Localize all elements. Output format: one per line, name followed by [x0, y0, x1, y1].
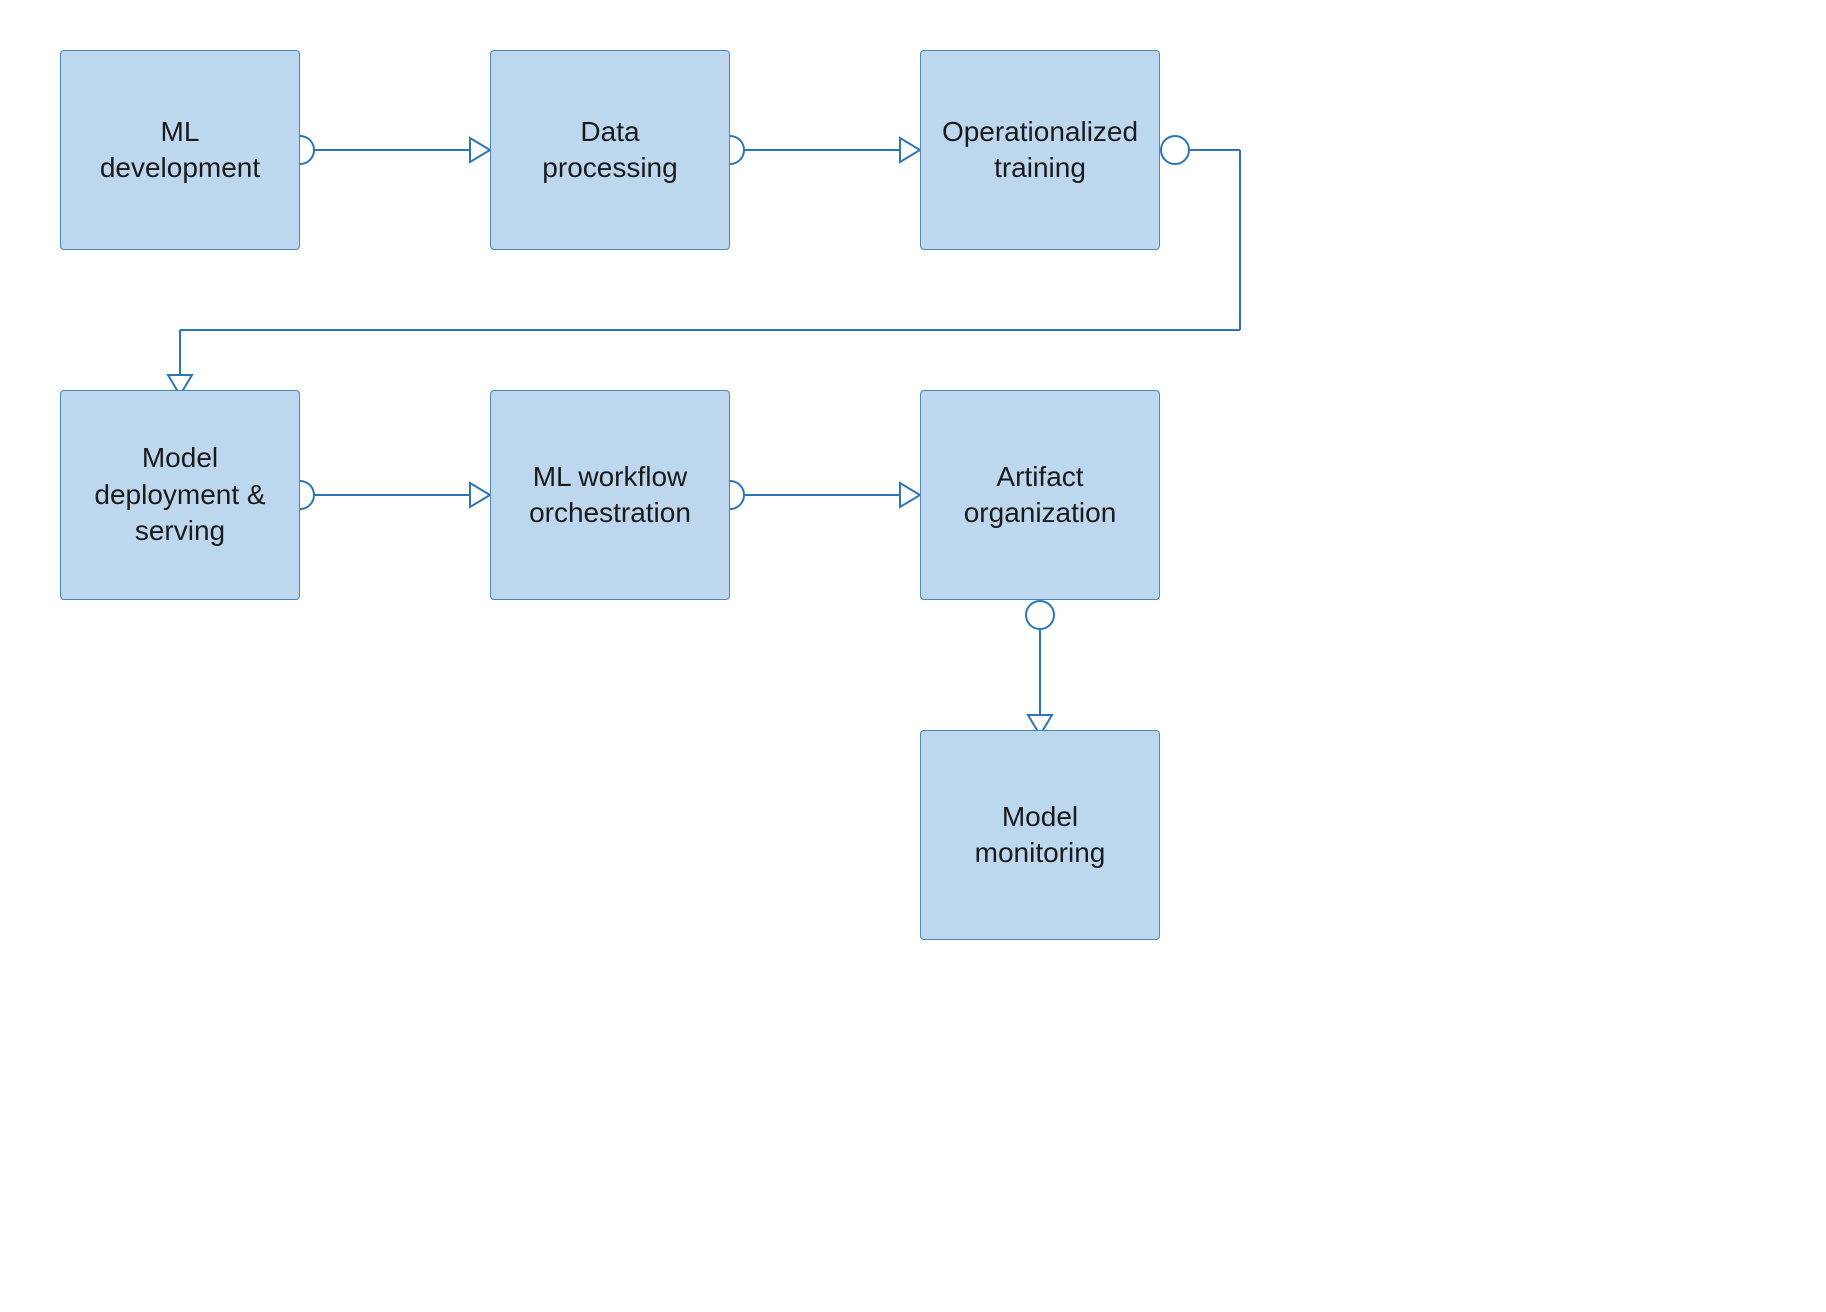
diagram-container: ML development Data processing Operation… — [0, 0, 1826, 1312]
node-artifact-organization: Artifact organization — [920, 390, 1160, 600]
node-data-processing: Data processing — [490, 50, 730, 250]
node-model-monitoring: Model monitoring — [920, 730, 1160, 940]
node-ml-workflow: ML workflow orchestration — [490, 390, 730, 600]
node-model-deployment: Model deployment & serving — [60, 390, 300, 600]
node-ml-development: ML development — [60, 50, 300, 250]
node-operationalized-training: Operationalized training — [920, 50, 1160, 250]
